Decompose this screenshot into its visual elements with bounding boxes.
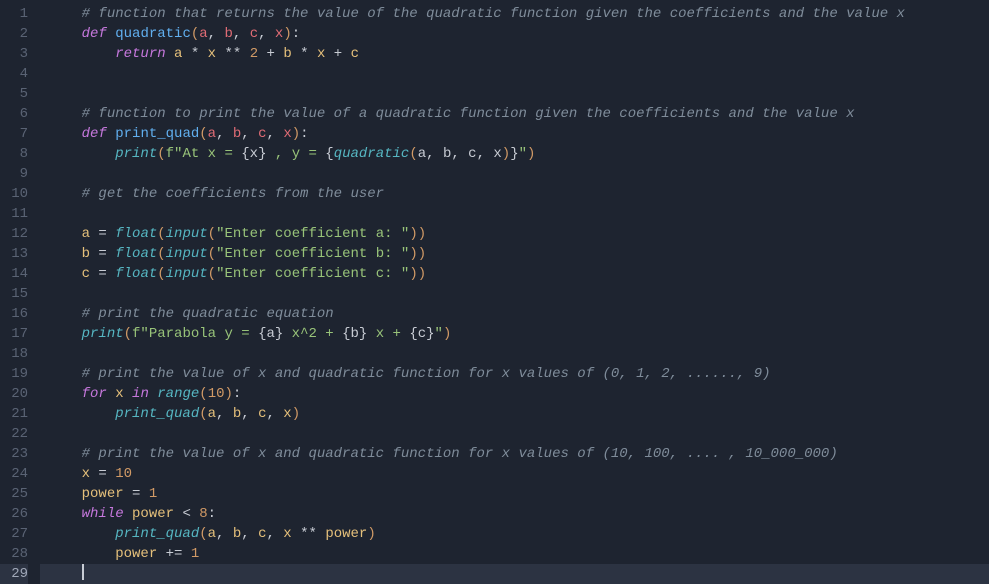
code-line[interactable]: x = 10 xyxy=(40,464,989,484)
code-line[interactable]: while power < 8: xyxy=(40,504,989,524)
code-line[interactable]: print(f"At x = {x} , y = {quadratic(a, b… xyxy=(40,144,989,164)
code-line[interactable]: print(f"Parabola y = {a} x^2 + {b} x + {… xyxy=(40,324,989,344)
code-area[interactable]: # function that returns the value of the… xyxy=(40,4,989,570)
line-number: 28 xyxy=(0,544,28,564)
code-line[interactable]: def print_quad(a, b, c, x): xyxy=(40,124,989,144)
line-number-gutter: 1234567891011121314151617181920212223242… xyxy=(0,4,40,570)
line-number: 19 xyxy=(0,364,28,384)
line-number: 12 xyxy=(0,224,28,244)
line-number: 17 xyxy=(0,324,28,344)
code-line[interactable]: a = float(input("Enter coefficient a: ")… xyxy=(40,224,989,244)
line-number: 3 xyxy=(0,44,28,64)
code-line[interactable]: # get the coefficients from the user xyxy=(40,184,989,204)
line-number: 9 xyxy=(0,164,28,184)
line-number: 6 xyxy=(0,104,28,124)
line-number: 10 xyxy=(0,184,28,204)
code-line[interactable]: for x in range(10): xyxy=(40,384,989,404)
line-number: 16 xyxy=(0,304,28,324)
line-number: 2 xyxy=(0,24,28,44)
line-number: 13 xyxy=(0,244,28,264)
code-line[interactable] xyxy=(40,284,989,304)
line-number: 24 xyxy=(0,464,28,484)
line-number: 26 xyxy=(0,504,28,524)
code-line[interactable]: def quadratic(a, b, c, x): xyxy=(40,24,989,44)
code-line[interactable] xyxy=(40,84,989,104)
line-number: 14 xyxy=(0,264,28,284)
line-number: 20 xyxy=(0,384,28,404)
line-number: 7 xyxy=(0,124,28,144)
line-number: 11 xyxy=(0,204,28,224)
line-number: 29 xyxy=(0,564,28,584)
text-cursor xyxy=(82,564,84,580)
code-line[interactable]: # print the value of x and quadratic fun… xyxy=(40,364,989,384)
line-number: 25 xyxy=(0,484,28,504)
line-number: 22 xyxy=(0,424,28,444)
line-number: 5 xyxy=(0,84,28,104)
line-number: 15 xyxy=(0,284,28,304)
code-line[interactable]: c = float(input("Enter coefficient c: ")… xyxy=(40,264,989,284)
line-number: 8 xyxy=(0,144,28,164)
code-line[interactable] xyxy=(40,564,989,584)
code-line[interactable]: # function to print the value of a quadr… xyxy=(40,104,989,124)
code-line[interactable] xyxy=(40,164,989,184)
code-line[interactable]: # print the quadratic equation xyxy=(40,304,989,324)
line-number: 4 xyxy=(0,64,28,84)
code-line[interactable] xyxy=(40,64,989,84)
code-line[interactable]: print_quad(a, b, c, x ** power) xyxy=(40,524,989,544)
code-line[interactable] xyxy=(40,424,989,444)
code-line[interactable]: return a * x ** 2 + b * x + c xyxy=(40,44,989,64)
line-number: 1 xyxy=(0,4,28,24)
code-line[interactable]: power += 1 xyxy=(40,544,989,564)
line-number: 23 xyxy=(0,444,28,464)
code-editor[interactable]: 1234567891011121314151617181920212223242… xyxy=(0,4,989,570)
line-number: 21 xyxy=(0,404,28,424)
line-number: 27 xyxy=(0,524,28,544)
code-line[interactable]: b = float(input("Enter coefficient b: ")… xyxy=(40,244,989,264)
code-line[interactable] xyxy=(40,344,989,364)
code-line[interactable]: # function that returns the value of the… xyxy=(40,4,989,24)
line-number: 18 xyxy=(0,344,28,364)
code-line[interactable] xyxy=(40,204,989,224)
code-line[interactable]: # print the value of x and quadratic fun… xyxy=(40,444,989,464)
code-line[interactable]: print_quad(a, b, c, x) xyxy=(40,404,989,424)
code-line[interactable]: power = 1 xyxy=(40,484,989,504)
